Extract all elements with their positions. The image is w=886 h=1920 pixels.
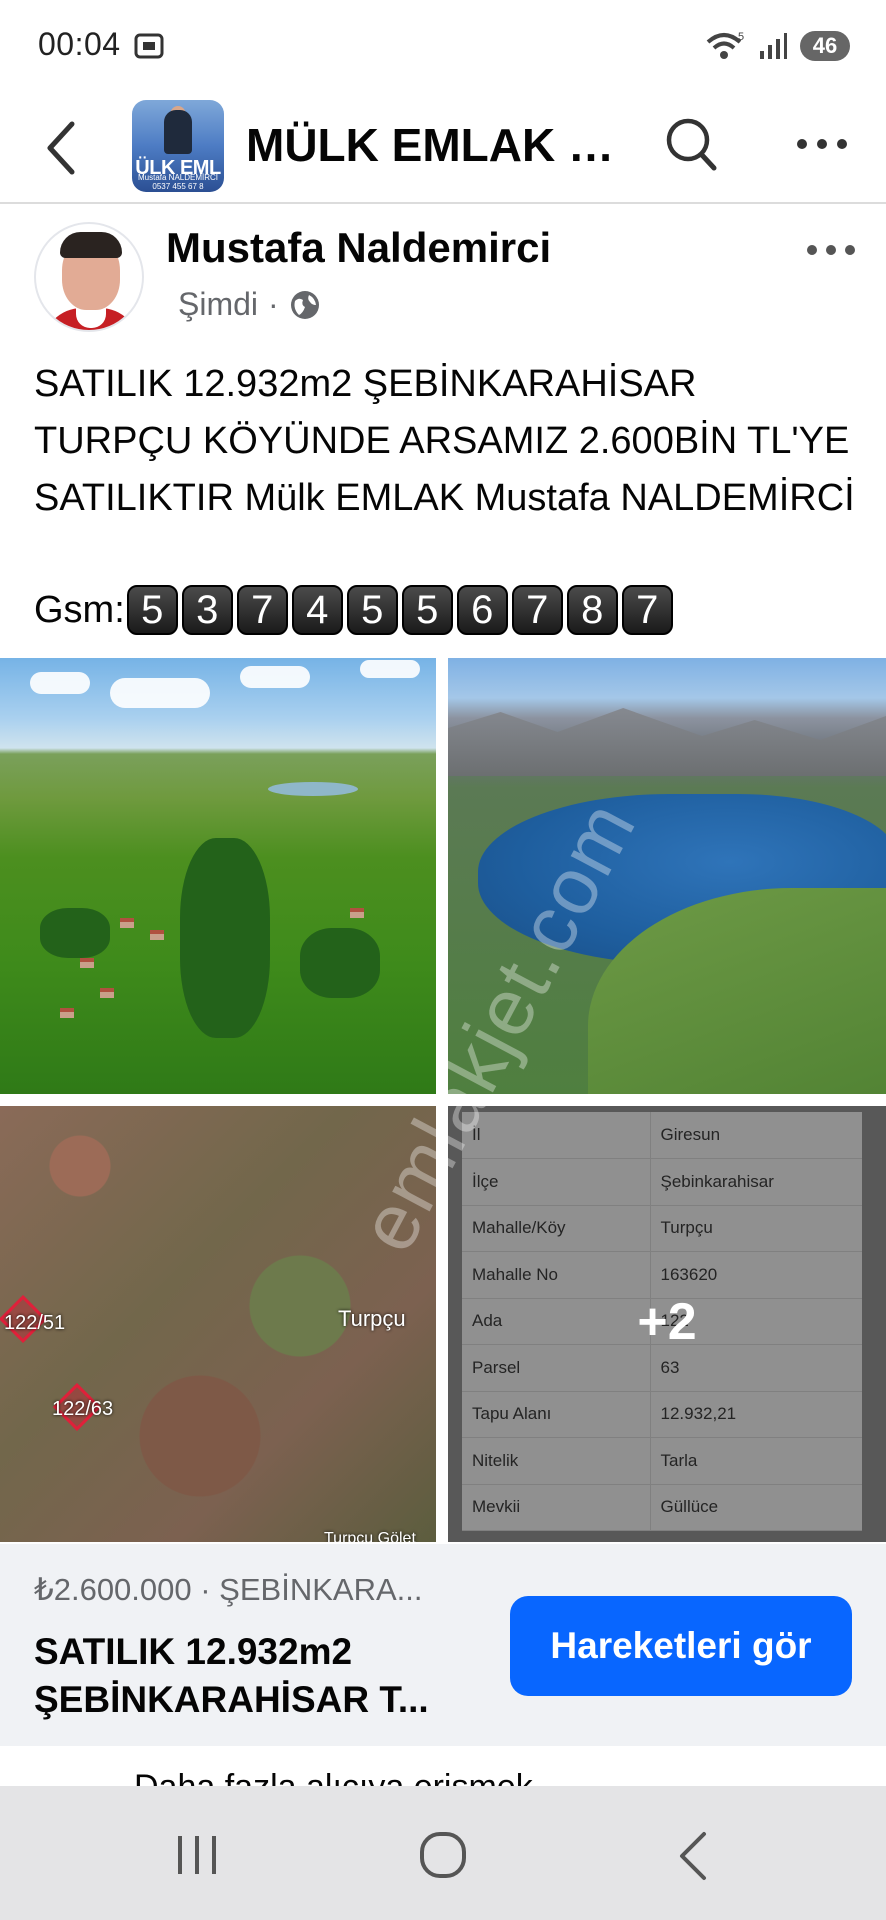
meta-separator: · <box>268 286 279 322</box>
cloud <box>240 666 310 688</box>
phone-digit: 6 <box>456 585 508 635</box>
author-avatar[interactable] <box>34 222 144 332</box>
listing-title-line-1: SATILIK 12.932m2 <box>34 1631 353 1672</box>
globe-icon <box>290 290 319 319</box>
gsm-label: Gsm: <box>34 588 125 631</box>
photo-parcel-details[interactable]: İl Giresun İlçe Şebinkarahisar Mahalle/Köy… <box>448 1106 886 1542</box>
more-photos-count[interactable]: +2 <box>448 1292 886 1352</box>
avatar-hair <box>60 232 122 258</box>
signal-icon <box>760 33 787 59</box>
listing-title-line-2: ŞEBİNKARAHİSAR T... <box>34 1679 429 1720</box>
distant-lake <box>268 782 358 796</box>
phone-digit: 5 <box>401 585 453 635</box>
village-house <box>150 930 164 940</box>
village-house <box>80 958 94 968</box>
status-time: 00:04 <box>38 26 121 62</box>
home-icon[interactable] <box>418 1830 468 1880</box>
nav-back-icon[interactable] <box>676 1830 710 1882</box>
village-house <box>60 1008 74 1018</box>
system-navigation-bar <box>0 1786 886 1920</box>
page-avatar[interactable]: ÜLK EML Mustafa NALDEMİRCİ 0537 455 67 8 <box>132 100 224 192</box>
tree-cluster <box>180 838 270 1038</box>
post-more-icon[interactable] <box>806 242 856 258</box>
phone-digit: 5 <box>126 585 178 635</box>
village-house <box>100 988 114 998</box>
avatar-person-body <box>164 110 192 154</box>
view-activity-button[interactable]: Hareketleri gör <box>510 1596 852 1696</box>
listing-price-location: ₺2.600.000 · ŞEBİNKARA... <box>34 1572 423 1607</box>
svg-text:5: 5 <box>738 31 744 43</box>
listing-title: SATILIK 12.932m2 ŞEBİNKARAHİSAR T... <box>34 1628 464 1724</box>
status-bar: 00:04 5 46 <box>0 0 886 92</box>
post-meta: Şimdi · <box>178 286 321 323</box>
screenshot-icon <box>134 33 164 59</box>
more-horizontal-icon[interactable] <box>796 136 848 152</box>
post-text: SATILIK 12.932m2 ŞEBİNKARAHİSAR TURPÇU K… <box>34 363 855 519</box>
tree-cluster <box>300 928 380 998</box>
mountains <box>448 708 886 776</box>
page-title[interactable]: MÜLK EMLAK G... <box>246 118 626 172</box>
battery-indicator: 46 <box>800 31 850 61</box>
post-time[interactable]: Şimdi <box>178 286 258 323</box>
post-header: Mustafa Naldemirci Şimdi · <box>0 206 886 336</box>
phone-digit: 7 <box>511 585 563 635</box>
phone-digit: 5 <box>346 585 398 635</box>
status-right: 5 46 <box>706 28 850 64</box>
village-map-label: Turpçu <box>338 1306 406 1331</box>
phone-digit: 7 <box>621 585 673 635</box>
photo-parcel-map[interactable]: 122/51 122/63 Turpçu Turpçu Gölet <box>0 1106 436 1542</box>
back-arrow-icon[interactable] <box>42 116 82 180</box>
gsm-phone-line: Gsm: 5 3 7 4 5 5 6 7 8 7 <box>34 584 677 636</box>
village-house <box>120 918 134 928</box>
marketplace-listing-card[interactable]: ₺2.600.000 · ŞEBİNKARA... SATILIK 12.932… <box>0 1544 886 1746</box>
parcel-label: 122/51 <box>4 1312 66 1334</box>
parcel-label: 122/63 <box>52 1398 114 1420</box>
search-icon[interactable] <box>664 116 718 174</box>
wifi-icon: 5 <box>706 31 744 59</box>
author-name[interactable]: Mustafa Naldemirci <box>166 224 551 272</box>
tree-cluster <box>40 908 110 958</box>
photo-lake-landscape[interactable] <box>448 658 886 1094</box>
map-bottom-label: Turpçu Gölet <box>324 1530 416 1542</box>
village-house <box>350 908 364 918</box>
photo-village-landscape[interactable] <box>0 658 436 1094</box>
phone-digit: 4 <box>291 585 343 635</box>
phone-digit: 3 <box>181 585 233 635</box>
cloud <box>110 678 210 708</box>
recents-icon[interactable] <box>174 1834 220 1876</box>
cloud <box>30 672 90 694</box>
app-header: ÜLK EML Mustafa NALDEMİRCİ 0537 455 67 8… <box>0 92 886 204</box>
avatar-logo-subtext: Mustafa NALDEMİRCİ 0537 455 67 8 <box>137 173 219 191</box>
phone-digit: 7 <box>236 585 288 635</box>
cloud <box>360 660 420 678</box>
phone-digit: 8 <box>566 585 618 635</box>
